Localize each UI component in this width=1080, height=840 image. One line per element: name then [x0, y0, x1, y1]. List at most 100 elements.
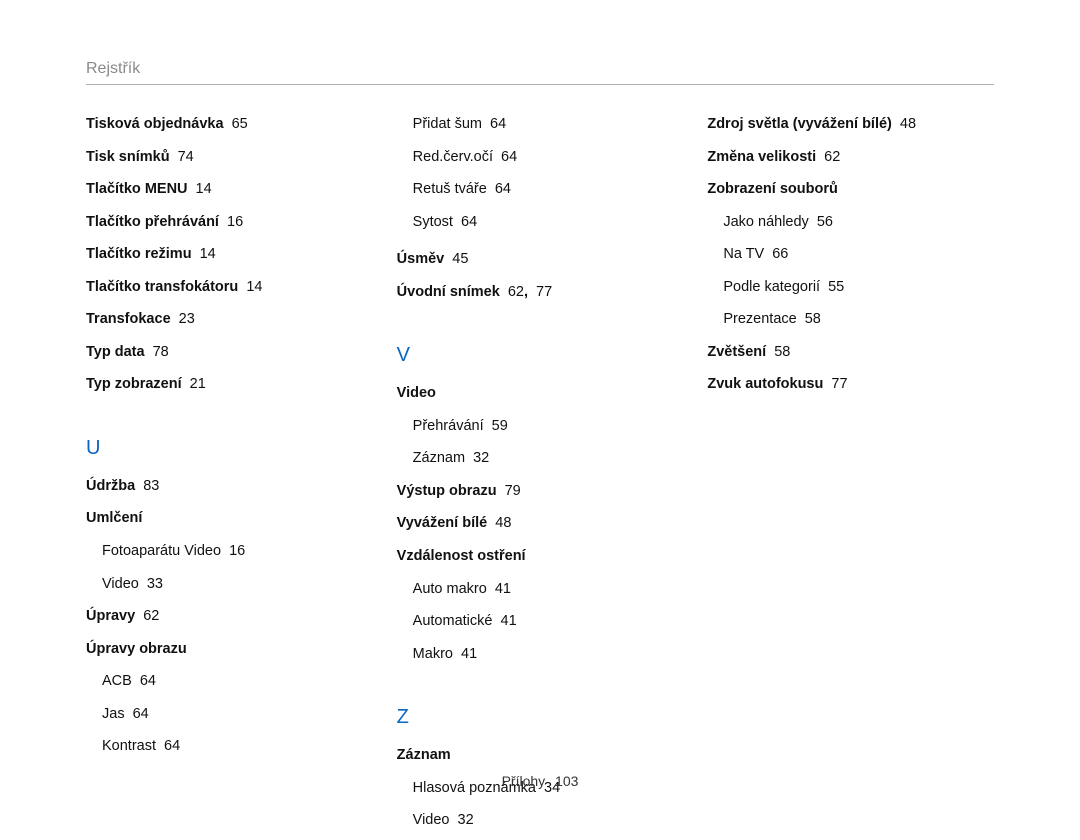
page-footer: Přílohy 103	[0, 773, 1080, 789]
entry-page[interactable]: 65	[232, 116, 248, 132]
entry-term: Tlačítko přehrávání	[86, 214, 219, 230]
entry-page[interactable]: 62	[508, 284, 524, 300]
entry-term: ACB	[102, 673, 132, 689]
index-entry: Úpravy 62	[86, 603, 373, 631]
entry-page[interactable]: 62	[824, 149, 840, 165]
index-entry: Umlčení	[86, 505, 373, 533]
entry-page[interactable]: 48	[900, 116, 916, 132]
index-entry: Zvětšení 58	[707, 339, 994, 367]
index-entry: Tlačítko režimu 14	[86, 241, 373, 269]
column-3: Zdroj světla (vyvážení bílé) 48 Změna ve…	[707, 111, 994, 840]
footer-page-number: 103	[555, 773, 578, 789]
entry-term: Vyvážení bílé	[397, 515, 488, 531]
entry-page[interactable]: 66	[772, 246, 788, 262]
entry-page[interactable]: 64	[133, 706, 149, 722]
entry-term: Úvodní snímek	[397, 284, 500, 300]
index-entry: Vyvážení bílé 48	[397, 510, 684, 538]
index-page: Rejstřík Tisková objednávka 65 Tisk sním…	[0, 0, 1080, 815]
entry-term: Prezentace	[723, 311, 796, 327]
entry-page[interactable]: 41	[461, 646, 477, 662]
entry-page[interactable]: 64	[495, 181, 511, 197]
entry-page[interactable]: 14	[196, 181, 212, 197]
entry-term: Tisková objednávka	[86, 116, 224, 132]
entry-term: Jako náhledy	[723, 214, 808, 230]
entry-page[interactable]: 64	[140, 673, 156, 689]
index-subentry: Prezentace 58	[707, 306, 994, 334]
entry-page[interactable]: 58	[774, 344, 790, 360]
index-columns: Tisková objednávka 65 Tisk snímků 74 Tla…	[86, 111, 994, 840]
entry-page[interactable]: 64	[164, 738, 180, 754]
entry-page[interactable]: 59	[492, 418, 508, 434]
entry-page[interactable]: 14	[246, 279, 262, 295]
entry-term: Tlačítko MENU	[86, 181, 188, 197]
entry-page[interactable]: 16	[229, 543, 245, 559]
entry-term: Fotoaparátu Video	[102, 543, 221, 559]
entry-page[interactable]: 78	[153, 344, 169, 360]
entry-term: Zvětšení	[707, 344, 766, 360]
entry-page[interactable]: 58	[805, 311, 821, 327]
entry-page[interactable]: 41	[501, 613, 517, 629]
column-1: Tisková objednávka 65 Tisk snímků 74 Tla…	[86, 111, 373, 840]
entry-term: Údržba	[86, 478, 135, 494]
index-subentry: Sytost 64	[397, 209, 684, 237]
letter-heading-u: U	[86, 429, 373, 467]
entry-page[interactable]: 64	[490, 116, 506, 132]
index-entry: Úsměv 45	[397, 246, 684, 274]
entry-page[interactable]: 64	[501, 149, 517, 165]
entry-page[interactable]: 14	[200, 246, 216, 262]
column-2: Přidat šum 64 Red.červ.očí 64 Retuš tvář…	[397, 111, 684, 840]
entry-term: Sytost	[413, 214, 453, 230]
entry-term: Výstup obrazu	[397, 483, 497, 499]
index-entry: Tisková objednávka 65	[86, 111, 373, 139]
entry-page[interactable]: 21	[190, 376, 206, 392]
entry-page[interactable]: 55	[828, 279, 844, 295]
entry-term: Automatické	[413, 613, 493, 629]
entry-page[interactable]: 79	[505, 483, 521, 499]
entry-page[interactable]: 62	[143, 608, 159, 624]
entry-page[interactable]: 48	[495, 515, 511, 531]
index-entry: Zvuk autofokusu 77	[707, 371, 994, 399]
entry-page[interactable]: 77	[536, 284, 552, 300]
index-entry: Tlačítko přehrávání 16	[86, 209, 373, 237]
entry-term: Podle kategorií	[723, 279, 820, 295]
entry-term: Tlačítko režimu	[86, 246, 192, 262]
entry-term: Typ zobrazení	[86, 376, 182, 392]
entry-page[interactable]: 16	[227, 214, 243, 230]
entry-page[interactable]: 45	[452, 251, 468, 267]
entry-term: Úpravy	[86, 608, 135, 624]
index-entry: Zobrazení souborů	[707, 176, 994, 204]
index-subentry: Fotoaparátu Video 16	[86, 538, 373, 566]
entry-term: Red.červ.očí	[413, 149, 493, 165]
index-entry: Tisk snímků 74	[86, 144, 373, 172]
page-header: Rejstřík	[86, 60, 994, 85]
letter-heading-z: Z	[397, 698, 684, 736]
entry-page[interactable]: 33	[147, 576, 163, 592]
entry-page[interactable]: 56	[817, 214, 833, 230]
entry-term: Záznam	[413, 450, 465, 466]
entry-term: Tisk snímků	[86, 149, 170, 165]
letter-heading-v: V	[397, 336, 684, 374]
index-subentry: ACB 64	[86, 668, 373, 696]
entry-page[interactable]: 41	[495, 581, 511, 597]
index-subentry: Red.červ.očí 64	[397, 144, 684, 172]
entry-page[interactable]: 77	[831, 376, 847, 392]
entry-page[interactable]: 23	[179, 311, 195, 327]
index-subentry: Makro 41	[397, 641, 684, 669]
entry-page[interactable]: 74	[178, 149, 194, 165]
entry-term: Zdroj světla (vyvážení bílé)	[707, 116, 892, 132]
index-subentry: Jako náhledy 56	[707, 209, 994, 237]
entry-page[interactable]: 64	[461, 214, 477, 230]
index-subentry: Retuš tváře 64	[397, 176, 684, 204]
index-subentry: Kontrast 64	[86, 733, 373, 761]
footer-label: Přílohy	[502, 773, 546, 789]
index-subentry: Video 32	[397, 807, 684, 835]
entry-page[interactable]: 32	[473, 450, 489, 466]
entry-page[interactable]: 83	[143, 478, 159, 494]
index-subentry: Podle kategorií 55	[707, 274, 994, 302]
index-subentry: Přehrávání 59	[397, 413, 684, 441]
index-subentry: Záznam 32	[397, 445, 684, 473]
index-entry: Transfokace 23	[86, 306, 373, 334]
index-subentry: Automatické 41	[397, 608, 684, 636]
index-entry: Údržba 83	[86, 473, 373, 501]
entry-term: Makro	[413, 646, 453, 662]
